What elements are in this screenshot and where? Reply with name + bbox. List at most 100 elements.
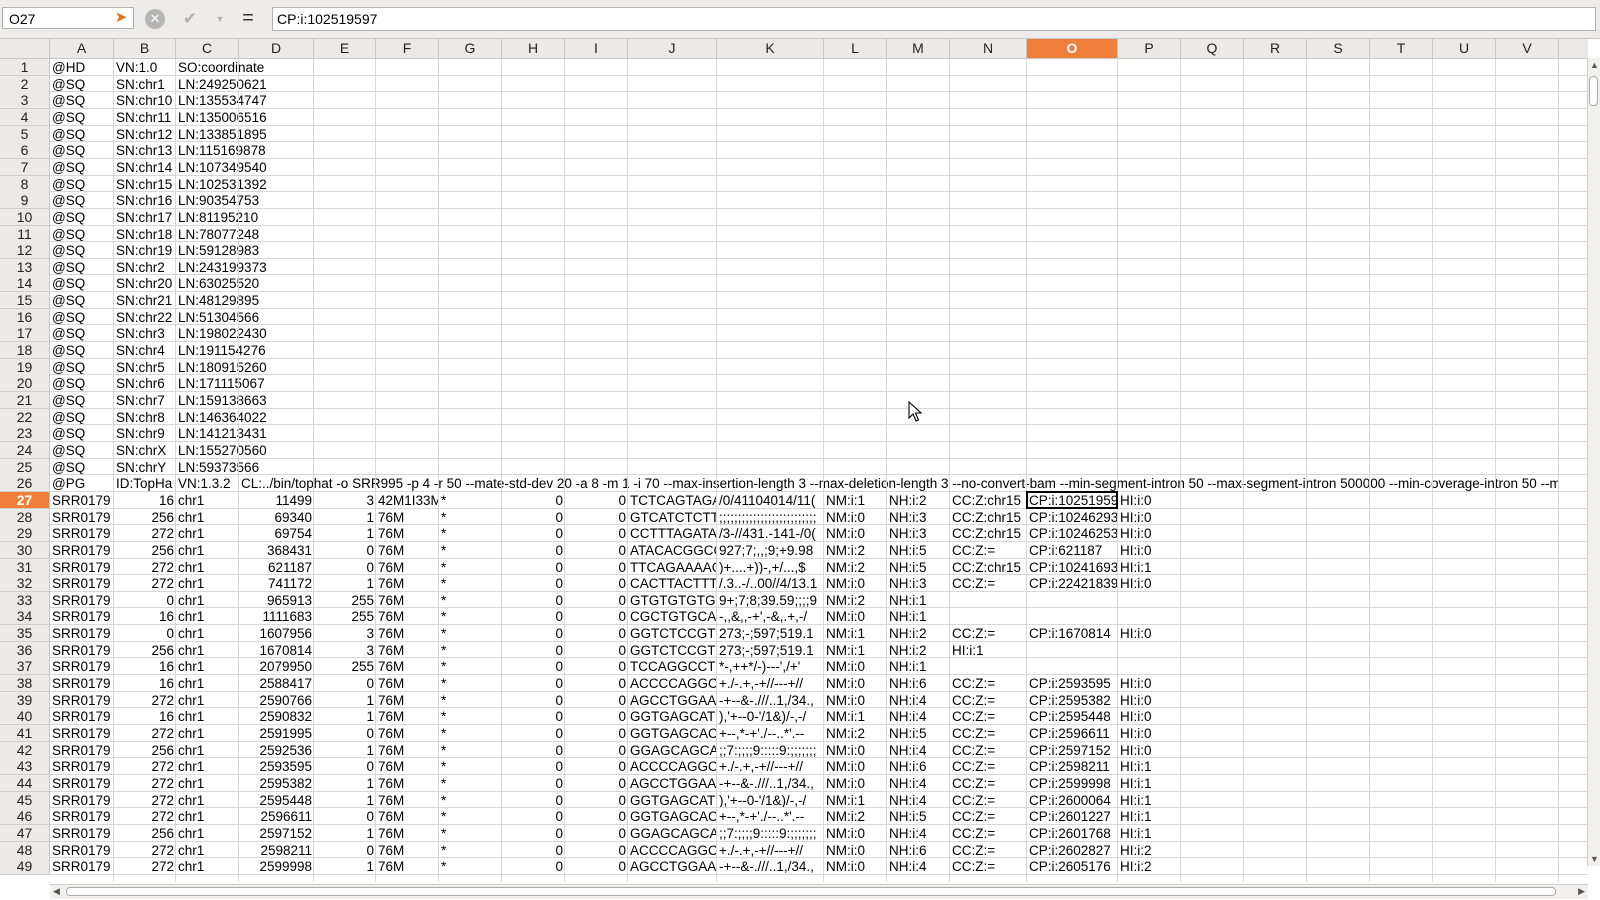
row-header-1[interactable]: 1 — [0, 59, 50, 76]
cell-f31[interactable]: 76M — [376, 559, 439, 576]
vertical-scrollbar[interactable]: ▲ ▼ — [1587, 58, 1600, 866]
row-header-42[interactable]: 42 — [0, 741, 50, 759]
cell-c24[interactable]: LN:155270560 — [176, 442, 1559, 459]
cell-e34[interactable]: 255 — [314, 608, 376, 625]
cell-o49[interactable]: CP:i:2605176 — [1027, 858, 1118, 875]
cell-b38[interactable]: 16 — [114, 675, 176, 692]
cell-k48[interactable]: +./-.+,-+//---+// — [717, 842, 824, 859]
cell-c20[interactable]: LN:171115067 — [176, 375, 1559, 392]
cell-c36[interactable]: chr1 — [176, 642, 239, 659]
cell-h36[interactable]: 0 — [502, 642, 565, 659]
cell-p27[interactable]: HI:i:0 — [1118, 492, 1559, 509]
cell-m43[interactable]: NH:i:6 — [887, 758, 950, 775]
cell-e48[interactable]: 0 — [314, 842, 376, 859]
cell-j46[interactable]: GGTGAGCACC — [628, 808, 717, 825]
cell-o47[interactable]: CP:i:2601768 — [1027, 825, 1118, 842]
cell-l32[interactable]: NM:i:0 — [824, 575, 887, 592]
cell-e33[interactable]: 255 — [314, 592, 376, 609]
cell-m27[interactable]: NH:i:2 — [887, 492, 950, 509]
cell-e37[interactable]: 255 — [314, 658, 376, 675]
cell-i41[interactable]: 0 — [565, 725, 628, 742]
cell-a4[interactable]: @SQ — [50, 109, 114, 126]
cell-a27[interactable]: SRR0179 — [50, 492, 114, 509]
cell-j39[interactable]: AGCCTGGAAC — [628, 692, 717, 709]
cell-b32[interactable]: 272 — [114, 575, 176, 592]
row-header-35[interactable]: 35 — [0, 625, 50, 643]
cell-o39[interactable]: CP:i:2595382 — [1027, 692, 1118, 709]
column-header-e[interactable]: E — [314, 39, 376, 58]
row-header-39[interactable]: 39 — [0, 691, 50, 709]
cell-n31[interactable]: CC:Z:chr15 — [950, 559, 1027, 576]
cell-a45[interactable]: SRR0179 — [50, 792, 114, 809]
cell-a31[interactable]: SRR0179 — [50, 559, 114, 576]
cell-j49[interactable]: AGCCTGGAAC — [628, 858, 717, 875]
cell-a28[interactable]: SRR0179 — [50, 509, 114, 526]
cell-a11[interactable]: @SQ — [50, 226, 114, 243]
cell-b24[interactable]: SN:chrX — [114, 442, 176, 459]
cell-e28[interactable]: 1 — [314, 509, 376, 526]
cell-b12[interactable]: SN:chr19 — [114, 242, 176, 259]
column-header-u[interactable]: U — [1433, 39, 1496, 58]
cell-a42[interactable]: SRR0179 — [50, 742, 114, 759]
cell-b31[interactable]: 272 — [114, 559, 176, 576]
cell-e31[interactable]: 0 — [314, 559, 376, 576]
cell-e43[interactable]: 0 — [314, 758, 376, 775]
cell-f44[interactable]: 76M — [376, 775, 439, 792]
cell-l34[interactable]: NM:i:0 — [824, 608, 887, 625]
cell-h29[interactable]: 0 — [502, 525, 565, 542]
cell-k41[interactable]: +--,*-+'./--..*'.-- — [717, 725, 824, 742]
cell-a9[interactable]: @SQ — [50, 192, 114, 209]
cell-l46[interactable]: NM:i:2 — [824, 808, 887, 825]
cell-n47[interactable]: CC:Z:= — [950, 825, 1027, 842]
cell-l38[interactable]: NM:i:0 — [824, 675, 887, 692]
cell-k38[interactable]: +./-.+,-+//---+// — [717, 675, 824, 692]
cell-i47[interactable]: 0 — [565, 825, 628, 842]
cell-c18[interactable]: LN:191154276 — [176, 342, 1559, 359]
cell-f46[interactable]: 76M — [376, 808, 439, 825]
select-all-corner[interactable] — [0, 39, 50, 58]
cell-j44[interactable]: AGCCTGGAAC — [628, 775, 717, 792]
column-header-i[interactable]: I — [565, 39, 628, 58]
cell-m39[interactable]: NH:i:4 — [887, 692, 950, 709]
cell-c15[interactable]: LN:48129895 — [176, 292, 1559, 309]
cell-b14[interactable]: SN:chr20 — [114, 275, 176, 292]
cell-d44[interactable]: 2595382 — [239, 775, 314, 792]
cell-g28[interactable]: * — [439, 509, 502, 526]
column-header-q[interactable]: Q — [1181, 39, 1244, 58]
cell-b22[interactable]: SN:chr8 — [114, 409, 176, 426]
cell-f30[interactable]: 76M — [376, 542, 439, 559]
column-header-d[interactable]: D — [239, 39, 314, 58]
row-header-34[interactable]: 34 — [0, 608, 50, 626]
cell-n40[interactable]: CC:Z:= — [950, 708, 1027, 725]
cell-m31[interactable]: NH:i:5 — [887, 559, 950, 576]
cell-g48[interactable]: * — [439, 842, 502, 859]
row-header-40[interactable]: 40 — [0, 708, 50, 726]
cell-g41[interactable]: * — [439, 725, 502, 742]
cell-a14[interactable]: @SQ — [50, 275, 114, 292]
cell-b40[interactable]: 16 — [114, 708, 176, 725]
cell-k30[interactable]: 927;7;,,;9;+9.98 — [717, 542, 824, 559]
cell-l35[interactable]: NM:i:1 — [824, 625, 887, 642]
cell-h42[interactable]: 0 — [502, 742, 565, 759]
cell-c38[interactable]: chr1 — [176, 675, 239, 692]
cell-g47[interactable]: * — [439, 825, 502, 842]
cell-g35[interactable]: * — [439, 625, 502, 642]
row-header-46[interactable]: 46 — [0, 808, 50, 826]
cell-l37[interactable]: NM:i:0 — [824, 658, 887, 675]
cell-g31[interactable]: * — [439, 559, 502, 576]
cell-h41[interactable]: 0 — [502, 725, 565, 742]
cell-b33[interactable]: 0 — [114, 592, 176, 609]
cell-a5[interactable]: @SQ — [50, 126, 114, 143]
cell-h34[interactable]: 0 — [502, 608, 565, 625]
cell-b39[interactable]: 272 — [114, 692, 176, 709]
cell-i30[interactable]: 0 — [565, 542, 628, 559]
cell-d36[interactable]: 1670814 — [239, 642, 314, 659]
row-header-43[interactable]: 43 — [0, 758, 50, 776]
cell-p46[interactable]: HI:i:1 — [1118, 808, 1559, 825]
cell-b20[interactable]: SN:chr6 — [114, 375, 176, 392]
cell-d41[interactable]: 2591995 — [239, 725, 314, 742]
cell-n44[interactable]: CC:Z:= — [950, 775, 1027, 792]
cell-i36[interactable]: 0 — [565, 642, 628, 659]
cell-m46[interactable]: NH:i:5 — [887, 808, 950, 825]
cell-c29[interactable]: chr1 — [176, 525, 239, 542]
